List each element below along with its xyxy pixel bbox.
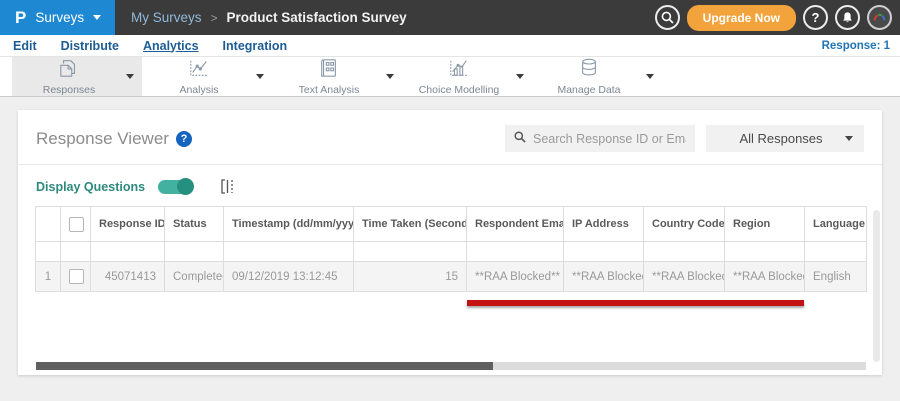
nav-analytics[interactable]: Analytics [143, 39, 199, 53]
col-region[interactable]: Region [724, 206, 805, 242]
upgrade-now-button[interactable]: Upgrade Now [686, 4, 796, 31]
col-response-id[interactable]: Response ID [90, 206, 165, 242]
col-ip-address[interactable]: IP Address [563, 206, 644, 242]
choice-modelling-icon [448, 58, 470, 83]
cell-status: Completed [164, 261, 224, 292]
chevron-down-icon[interactable] [646, 74, 654, 79]
brand-logo-icon: P [15, 8, 27, 27]
red-highlight-annotation [467, 300, 804, 306]
user-avatar[interactable] [867, 5, 892, 30]
cell-language: English [804, 261, 867, 292]
topbar-actions: Upgrade Now ? [654, 0, 900, 35]
cell-respondent-email: **RAA Blocked** [466, 261, 564, 292]
toolbar-text-analysis[interactable]: Text Analysis [272, 57, 402, 96]
notifications-bell-icon[interactable] [835, 5, 860, 30]
col-timestamp[interactable]: Timestamp (dd/mm/yyyy) [223, 206, 354, 242]
col-status[interactable]: Status [164, 206, 224, 242]
vertical-scrollbar[interactable] [873, 210, 880, 362]
chevron-down-icon[interactable] [256, 74, 264, 79]
toolbar-responses-label: Responses [42, 83, 96, 96]
response-viewer-card: Response Viewer ? All Responses Display … [18, 110, 882, 375]
toolbar-analysis-label: Analysis [179, 83, 219, 96]
page-title: Response Viewer [36, 128, 169, 148]
chevron-down-icon [845, 136, 853, 141]
filter-language[interactable] [804, 241, 867, 262]
responses-table: Response ID Status Timestamp (dd/mm/yyyy… [35, 206, 882, 292]
response-filter-dropdown[interactable]: All Responses [706, 125, 864, 152]
row-checkbox[interactable] [69, 269, 84, 284]
chevron-down-icon[interactable] [516, 74, 524, 79]
cell-country-code: **RAA Blocked** [643, 261, 725, 292]
table-row: 1 45071413 Completed 09/12/2019 13:12:45… [35, 261, 867, 292]
col-row-number [35, 206, 61, 242]
cell-time-taken: 15 [353, 261, 467, 292]
col-time-taken[interactable]: Time Taken (Seconds) [353, 206, 467, 242]
display-questions-toggle[interactable] [158, 177, 195, 195]
filter-response-id[interactable] [90, 241, 165, 262]
filter-status[interactable] [164, 241, 224, 262]
toolbar-manage-data[interactable]: Manage Data [532, 57, 662, 96]
col-select [60, 206, 91, 242]
chevron-down-icon[interactable] [126, 74, 134, 79]
survey-nav: Edit Distribute Analytics Integration Re… [0, 35, 900, 57]
breadcrumb: My Surveys > Product Satisfaction Survey [115, 0, 407, 35]
toolbar-choice-modelling-label: Choice Modelling [418, 83, 500, 96]
chevron-down-icon [93, 15, 102, 20]
nav-distribute[interactable]: Distribute [61, 39, 119, 53]
response-counter: Response: 1 [821, 39, 890, 52]
col-language[interactable]: Language [804, 206, 867, 242]
manage-data-icon [578, 58, 600, 83]
analytics-toolbar: Responses Analysis Text Analysis Choice … [0, 57, 900, 97]
filter-region[interactable] [724, 241, 805, 262]
chevron-down-icon[interactable] [386, 74, 394, 79]
responses-icon [58, 58, 80, 83]
table-controls: Display Questions [18, 165, 882, 204]
breadcrumb-my-surveys[interactable]: My Surveys [131, 10, 202, 25]
response-search[interactable] [505, 125, 695, 152]
filter-ip[interactable] [563, 241, 644, 262]
toggle-knob [177, 177, 195, 195]
help-icon[interactable]: ? [175, 130, 192, 147]
card-header: Response Viewer ? All Responses [18, 110, 882, 164]
cell-response-id[interactable]: 45071413 [90, 261, 165, 292]
filter-email[interactable] [466, 241, 564, 262]
row-select [60, 261, 91, 292]
table-header-row: Response ID Status Timestamp (dd/mm/yyyy… [35, 206, 867, 242]
col-country-code[interactable]: Country Code [643, 206, 725, 242]
filter-row [35, 241, 867, 262]
filter-country[interactable] [643, 241, 725, 262]
filter-time-taken[interactable] [353, 241, 467, 262]
breadcrumb-separator: > [210, 10, 218, 25]
product-name: Surveys [35, 10, 85, 25]
breadcrumb-survey-title: Product Satisfaction Survey [226, 10, 407, 25]
row-number: 1 [35, 261, 61, 292]
toolbar-text-analysis-label: Text Analysis [298, 83, 360, 96]
filter-timestamp[interactable] [223, 241, 354, 262]
app-switcher[interactable]: P Surveys [0, 0, 115, 35]
toolbar-manage-data-label: Manage Data [557, 83, 621, 96]
search-icon[interactable] [654, 5, 680, 30]
horizontal-scrollbar-thumb[interactable] [36, 362, 493, 370]
top-bar: P Surveys My Surveys > Product Satisfact… [0, 0, 900, 35]
display-questions-label: Display Questions [36, 179, 146, 194]
search-input[interactable] [533, 131, 686, 146]
toolbar-analysis[interactable]: Analysis [142, 57, 272, 96]
select-all-checkbox[interactable] [69, 216, 84, 232]
analysis-icon [188, 58, 210, 83]
text-analysis-icon [318, 58, 340, 83]
freeze-columns-icon[interactable] [219, 178, 236, 195]
cell-ip-address: **RAA Blocked** [563, 261, 644, 292]
nav-integration[interactable]: Integration [223, 39, 288, 53]
toolbar-responses[interactable]: Responses [12, 57, 142, 96]
col-respondent-email[interactable]: Respondent Email [466, 206, 564, 242]
cell-timestamp: 09/12/2019 13:12:45 [223, 261, 354, 292]
toolbar-choice-modelling[interactable]: Choice Modelling [402, 57, 532, 96]
nav-edit[interactable]: Edit [13, 39, 37, 53]
help-icon[interactable]: ? [803, 5, 828, 30]
horizontal-scrollbar[interactable] [36, 362, 866, 370]
search-icon [514, 130, 526, 148]
response-filter-value: All Responses [739, 131, 823, 146]
cell-region: **RAA Blocked** [724, 261, 805, 292]
